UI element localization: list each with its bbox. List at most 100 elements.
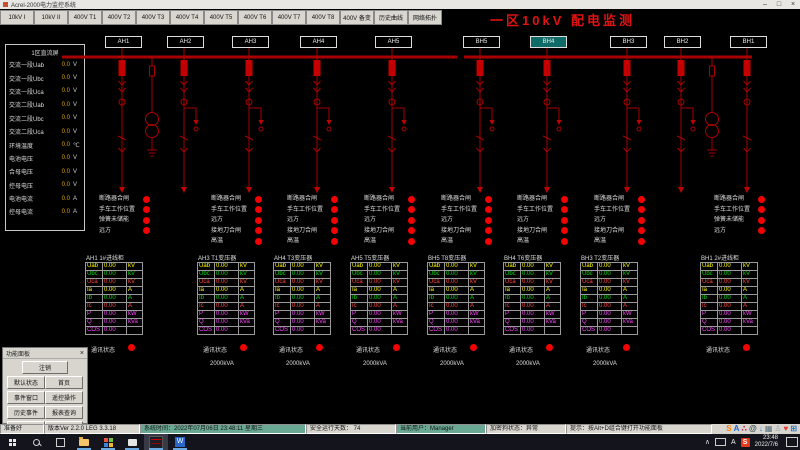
logout-button[interactable]: 注销 (22, 361, 68, 374)
status-item-label: 接地刀合闸 (287, 227, 318, 234)
bus-label-ah5[interactable]: AH5 (375, 36, 412, 48)
meter-label: Ib (503, 294, 521, 303)
meter-unit (391, 326, 408, 335)
ime-indicator[interactable]: A (731, 439, 736, 446)
meter-value: 0.00 (214, 326, 239, 335)
meter-unit: A (468, 294, 485, 303)
table-title: AH1 1#进线柜 (86, 256, 125, 262)
at-icon[interactable]: @ (749, 424, 757, 434)
touch-keyboard-icon[interactable] (714, 438, 726, 446)
tab-10kv-ii[interactable]: 10kV II (34, 10, 68, 25)
taskbar-icon-start[interactable] (0, 434, 24, 450)
dots-icon[interactable]: ∴ (741, 424, 747, 434)
fp-button-历史事件[interactable]: 历史事件 (7, 406, 45, 419)
meter-value: 0.00 (290, 294, 315, 303)
meter-label: Uab (700, 262, 718, 271)
notification-center-icon[interactable] (786, 437, 798, 447)
bus-label-ah4[interactable]: AH4 (300, 36, 337, 48)
bus-label-bh4[interactable]: BH4 (530, 36, 567, 48)
taskbar-icon-search[interactable] (24, 434, 48, 450)
function-panel-close-icon[interactable]: × (80, 350, 84, 357)
meter-label: Ib (197, 294, 215, 303)
tab-400v-t8[interactable]: 400V T8 (306, 10, 340, 25)
tab-400v-t6[interactable]: 400V T6 (238, 10, 272, 25)
bus-label-bh5[interactable]: BH5 (463, 36, 500, 48)
heart-icon[interactable]: ♥ (784, 424, 789, 434)
maximize-button[interactable]: □ (772, 0, 786, 9)
bus-label-ah2[interactable]: AH2 (167, 36, 204, 48)
taskbar-icon-scada[interactable] (144, 434, 168, 450)
sogou-ime-icon[interactable]: S (740, 437, 750, 447)
download-icon[interactable]: ↓ (759, 424, 763, 434)
taskbar-icon-chat[interactable] (120, 434, 144, 450)
dc-row: 交流二段Uca 0.0 V (6, 125, 84, 138)
tab-历史曲线[interactable]: 历史曲线 (374, 10, 408, 25)
tab-400v-t3[interactable]: 400V T3 (136, 10, 170, 25)
bus-label-ah1[interactable]: AH1 (105, 36, 142, 48)
close-button[interactable]: × (786, 0, 800, 9)
meter-label: COS (427, 326, 445, 335)
meter-label: Ubc (197, 270, 215, 279)
tab-400v-t5[interactable]: 400V T5 (204, 10, 238, 25)
dc-row-unit: A (73, 208, 78, 215)
dc-row-label: 交流一段Uca (9, 89, 44, 96)
meter-value: 0.00 (597, 270, 622, 279)
bus-label-ah3[interactable]: AH3 (232, 36, 269, 48)
sogou-icon[interactable]: S (726, 424, 731, 434)
meter-label: Uab (580, 262, 598, 271)
meter-label: P (197, 310, 215, 319)
tab-400v-t7[interactable]: 400V T7 (272, 10, 306, 25)
bus-label-bh1[interactable]: BH1 (730, 36, 767, 48)
meter-unit: kV (126, 278, 143, 287)
meter-unit: kV (741, 278, 758, 287)
taskbar-icon-task-view[interactable] (48, 434, 72, 450)
meter-unit: A (741, 286, 758, 295)
table-title: AH4 T3变压器 (274, 256, 313, 262)
comm-status-label: 通讯状态 (203, 348, 228, 354)
comm-status-label: 通讯状态 (433, 348, 458, 354)
minimize-button[interactable]: – (758, 0, 772, 9)
status-item-label: 断路器合闸 (364, 196, 395, 202)
fp-button-首页[interactable]: 首页 (45, 376, 83, 389)
clock[interactable]: 23:48 2022/7/6 (755, 435, 778, 449)
clock-time: 23:48 (762, 435, 778, 441)
taskbar-icon-word[interactable]: W (168, 434, 192, 450)
windows-icon[interactable]: ⊞ (790, 424, 797, 434)
meter-label: P (427, 310, 445, 319)
fp-row: 注销 (7, 361, 83, 374)
tab-400v-t1[interactable]: 400V T1 (68, 10, 102, 25)
fp-button-遥控操作[interactable]: 遥控操作 (45, 391, 83, 404)
bus-label-bh2[interactable]: BH2 (664, 36, 701, 48)
bus-label-bh3[interactable]: BH3 (610, 36, 647, 48)
tab-400v-t2[interactable]: 400V T2 (102, 10, 136, 25)
meter-label: Ia (580, 286, 598, 295)
measurement-table: Uab 0.00 kV Ubc 0.00 kV Uca 0.00 kV Ia 0.00 A Ib 0.00… (427, 262, 485, 335)
fp-button-默认状态[interactable]: 默认状态 (7, 376, 45, 389)
dc-row-label: 控母电流 (9, 210, 34, 217)
fp-button-事件窗口[interactable]: 事件窗口 (7, 391, 45, 404)
tab-400v-t4[interactable]: 400V T4 (170, 10, 204, 25)
tray-expand-icon[interactable]: ∧ (705, 438, 710, 446)
pawn-icon[interactable]: ♙ (774, 424, 781, 434)
tab-10kv-i[interactable]: 10kV I (0, 10, 34, 25)
taskbar-icon-office[interactable] (96, 434, 120, 450)
app-a-icon[interactable]: A (734, 424, 740, 434)
meter-unit: kV (544, 270, 561, 279)
status-item-label: 远方 (441, 217, 454, 223)
page-title: 一区10kV 配电监测 (490, 13, 635, 28)
status-indicator-dot (561, 227, 568, 234)
status-indicator-dot (408, 227, 415, 234)
meter-value: 0.00 (717, 294, 742, 303)
fp-button-报表查询[interactable]: 报表查询 (45, 406, 83, 419)
dc-row-value: 0.0 (61, 101, 70, 108)
taskbar-icon-file-explorer[interactable] (72, 434, 96, 450)
meter-label: Uab (85, 262, 103, 271)
status-indicator-dot (485, 195, 492, 203)
tab-网络拓扑[interactable]: 网络拓扑 (408, 10, 442, 25)
measurement-table: Uab 0.00 kV Ubc 0.00 kV Uca 0.00 kV Ia 0.00 A Ib 0.00… (350, 262, 408, 335)
meter-unit: kV (391, 278, 408, 287)
grid-icon[interactable]: ▦ (765, 424, 773, 434)
meter-unit: kV (621, 278, 638, 287)
tab-400v-备变[interactable]: 400V 备变 (340, 10, 374, 25)
meter-unit (238, 326, 255, 335)
